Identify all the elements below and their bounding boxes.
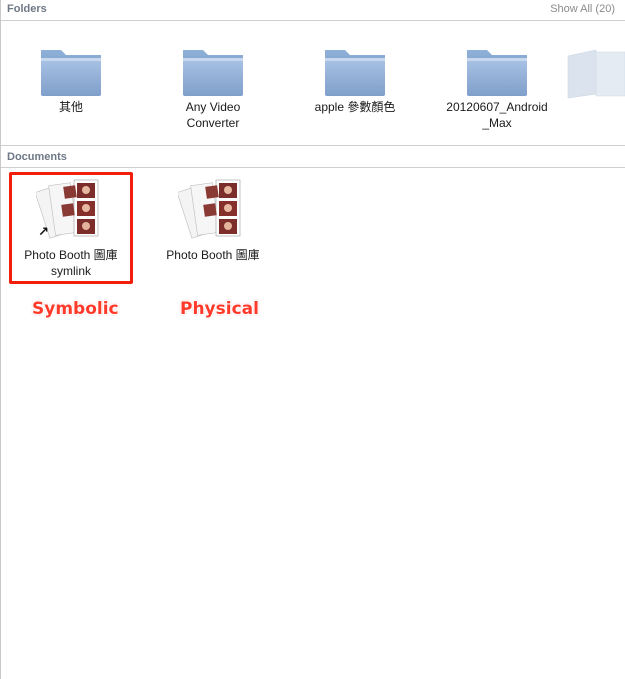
- folder-item-android-max[interactable]: 20120607_Android _Max: [437, 44, 557, 144]
- documents-title: Documents: [7, 151, 67, 163]
- symlink-highlight-box: [9, 172, 133, 284]
- folder-label: 其他: [58, 100, 83, 114]
- folder-label-line2: _Max: [482, 116, 512, 130]
- folder-label: apple 參數顏色: [314, 100, 396, 114]
- document-item-photo-booth[interactable]: Photo Booth 圖庫: [153, 178, 273, 268]
- document-label: Photo Booth 圖庫: [166, 248, 260, 262]
- folder-icon: [467, 50, 527, 96]
- folders-header: Folders Show All (20): [1, 0, 625, 21]
- physical-annotation: Physical: [180, 299, 259, 319]
- folder-item-any-video-converter[interactable]: Any Video Converter: [153, 44, 273, 144]
- folders-title: Folders: [7, 3, 47, 15]
- window-left-border: [0, 0, 1, 679]
- documents-header: Documents: [1, 145, 625, 168]
- show-all-link[interactable]: Show All (20): [550, 3, 615, 15]
- symbolic-annotation: Symbolic: [32, 299, 119, 319]
- folder-icon: [325, 50, 385, 96]
- folder-label-line1: Any Video: [185, 100, 241, 114]
- folder-item-other[interactable]: 其他: [11, 44, 131, 144]
- folder-icon: [183, 50, 243, 96]
- photo-booth-library-icon: [178, 179, 241, 239]
- folder-item-apple-colors[interactable]: apple 參數顏色: [295, 44, 415, 144]
- folder-icon: [41, 50, 101, 96]
- folder-stack-icon[interactable]: [566, 48, 625, 100]
- folder-label-line2: Converter: [186, 116, 240, 130]
- folder-label-line1: 20120607_Android: [446, 100, 548, 114]
